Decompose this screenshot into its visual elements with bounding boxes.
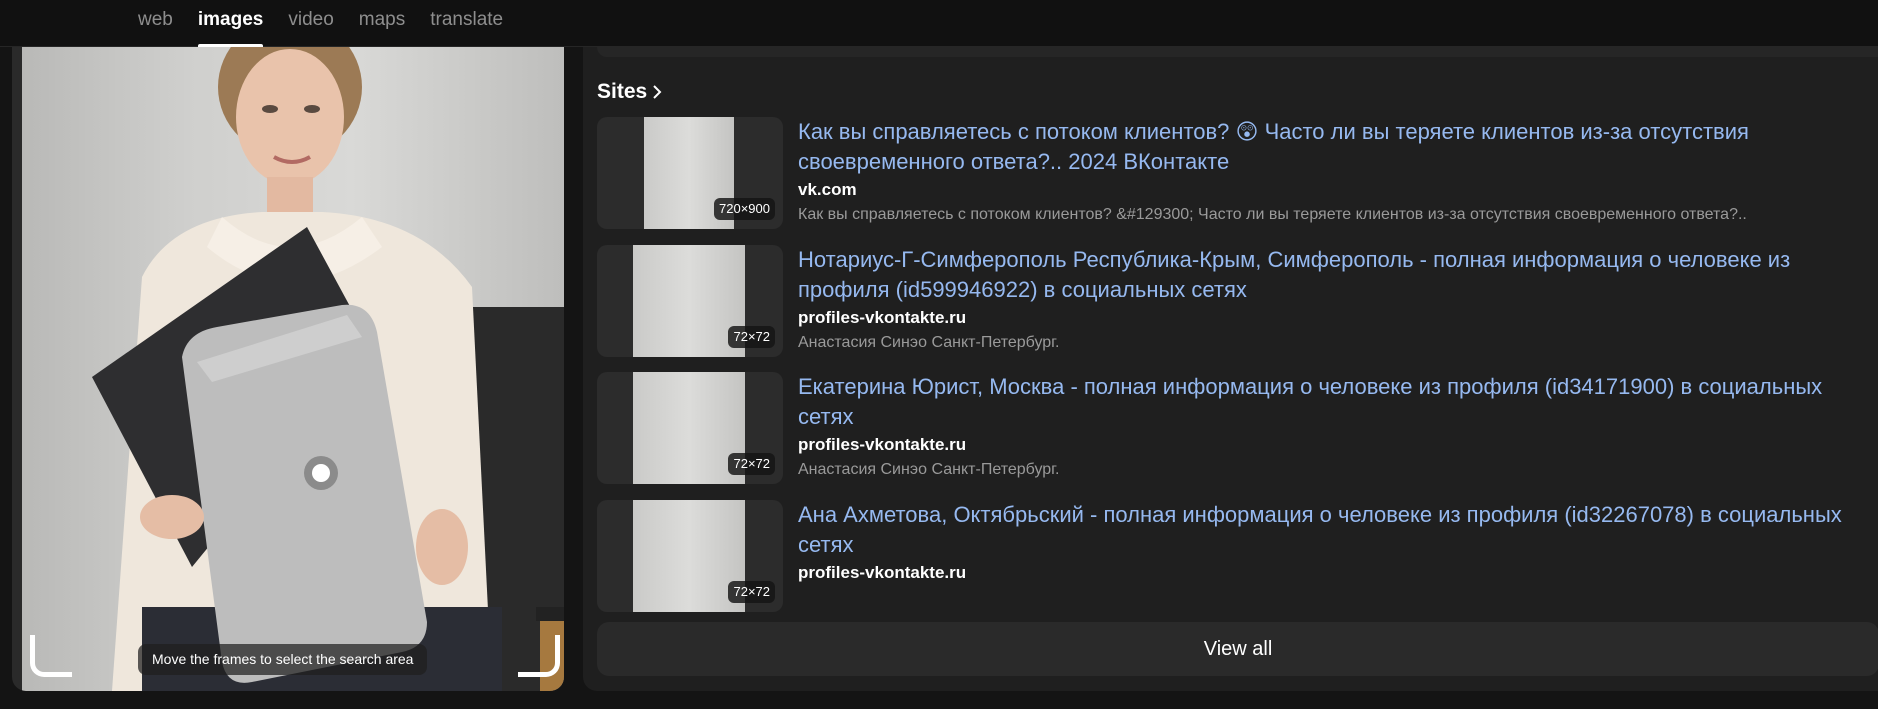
site-result-item[interactable]: 72×72 Ана Ахметова, Октябрьский - полная… <box>597 500 1877 612</box>
image-size-badge: 720×900 <box>714 198 775 220</box>
image-size-badge: 72×72 <box>728 453 775 475</box>
result-thumbnail[interactable]: 72×72 <box>597 500 783 612</box>
result-title-link[interactable]: Как вы справляетесь с потоком клиентов? … <box>798 117 1878 177</box>
crop-hint-tooltip: Move the frames to select the search are… <box>138 644 428 675</box>
result-thumbnail[interactable]: 72×72 <box>597 372 783 484</box>
view-all-button[interactable]: View all <box>597 622 1878 676</box>
crop-frame-corner-bottom-left[interactable] <box>30 635 72 677</box>
search-type-tabs: web images video maps translate <box>138 0 528 47</box>
query-image[interactable] <box>22 47 564 691</box>
result-title-link[interactable]: Екатерина Юрист, Москва - полная информа… <box>798 372 1878 432</box>
tab-maps[interactable]: maps <box>359 0 405 47</box>
sites-section-header[interactable]: Sites <box>597 80 663 104</box>
top-nav-bar: web images video maps translate <box>0 0 1878 47</box>
result-thumbnail[interactable]: 720×900 <box>597 117 783 229</box>
tab-translate[interactable]: translate <box>430 0 503 47</box>
tab-video[interactable]: video <box>288 0 333 47</box>
result-domain: profiles-vkontakte.ru <box>798 435 967 454</box>
result-domain: profiles-vkontakte.ru <box>798 308 967 327</box>
sites-header-label: Sites <box>597 80 648 103</box>
chevron-right-icon <box>653 85 662 99</box>
image-preview-panel <box>12 47 564 691</box>
site-result-item[interactable]: 720×900 Как вы справляетесь с потоком кл… <box>597 117 1877 229</box>
result-title-link[interactable]: Нотариус-Г-Симферополь Республика-Крым, … <box>798 245 1878 305</box>
site-result-item[interactable]: 72×72 Екатерина Юрист, Москва - полная и… <box>597 372 1877 484</box>
result-title-link[interactable]: Ана Ахметова, Октябрьский - полная инфор… <box>798 500 1878 560</box>
result-description: Анастасия Синэо Санкт-Петербург. <box>798 334 1060 351</box>
result-thumbnail[interactable]: 72×72 <box>597 245 783 357</box>
result-description: Анастасия Синэо Санкт-Петербург. <box>798 461 1060 478</box>
crop-frame-corner-bottom-right[interactable] <box>518 635 560 677</box>
image-size-badge: 72×72 <box>728 581 775 603</box>
previous-section-edge <box>597 47 1878 57</box>
result-domain: profiles-vkontakte.ru <box>798 563 967 582</box>
tab-images[interactable]: images <box>197 0 264 47</box>
result-description: Как вы справляетесь с потоком клиентов? … <box>798 206 1747 223</box>
result-domain: vk.com <box>798 180 857 199</box>
selection-center-handle[interactable] <box>304 456 338 490</box>
woman-with-laptop-illustration <box>92 47 564 691</box>
site-result-item[interactable]: 72×72 Нотариус-Г-Симферополь Республика-… <box>597 245 1877 357</box>
image-size-badge: 72×72 <box>728 326 775 348</box>
tab-web[interactable]: web <box>138 0 173 47</box>
